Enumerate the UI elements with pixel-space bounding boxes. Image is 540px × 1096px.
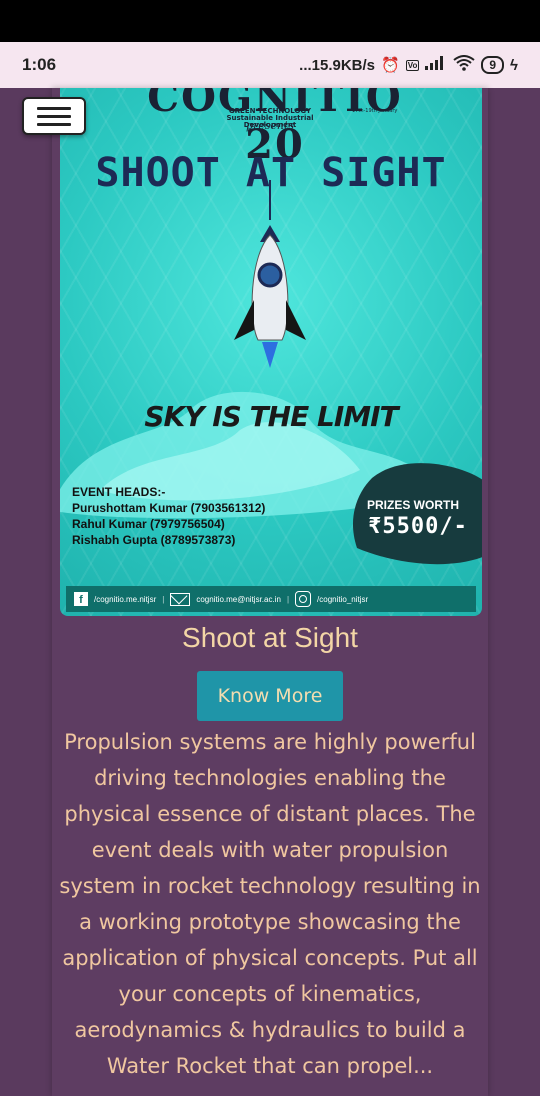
hamburger-menu-button[interactable]: [22, 97, 86, 135]
event-head-2: Rahul Kumar (7979756504): [72, 517, 225, 531]
instagram-icon: [295, 591, 312, 607]
event-head-1: Purushottam Kumar (7903561312): [72, 501, 266, 515]
footer-separator: |: [162, 594, 165, 604]
event-title: Shoot at Sight: [182, 622, 358, 653]
event-heads-label: EVENT HEADS:-: [72, 485, 166, 499]
network-speed: ...15.9KB/s: [299, 56, 376, 74]
charging-icon: ϟ: [510, 56, 518, 74]
device-top-bezel: [0, 0, 540, 42]
alarm-icon: ⏰: [381, 57, 400, 74]
volte-icon: Vo: [405, 59, 420, 71]
event-description: Propulsion systems are highly powerful d…: [59, 730, 481, 1078]
email-address: cognitio.me@nitjsr.ac.in: [196, 594, 281, 604]
menu-line: [37, 106, 71, 110]
event-poster: COGNITIO 20 GREEN TECHNOLOGY Sustainable…: [60, 88, 482, 616]
prize-ink-splash: [353, 463, 482, 565]
facebook-icon: f: [74, 592, 88, 606]
status-time: 1:06: [22, 55, 57, 74]
battery-icon: 9: [481, 56, 505, 74]
event-head-3: Rishabh Gupta (8789573873): [72, 533, 236, 547]
menu-line: [37, 114, 71, 118]
wifi-icon: [453, 55, 475, 75]
mail-icon: [170, 592, 191, 606]
signal-icon: [425, 56, 447, 74]
facebook-handle: /cognitio.me.nitjsr: [94, 594, 157, 604]
battery-level: 9: [489, 58, 497, 72]
know-more-button[interactable]: Know More: [197, 671, 343, 721]
poster-dates: 17th-19th January: [352, 108, 398, 114]
poster-tagline: SKY IS THE LIMIT: [144, 400, 398, 433]
poster-event-heads: EVENT HEADS:- Purushottam Kumar (7903561…: [72, 484, 265, 548]
poster-presents: presents: [245, 119, 295, 132]
instagram-handle: /cognitio_nitjsr: [317, 594, 369, 604]
status-bar: 1:06 ...15.9KB/s ⏰ Vo 9 ϟ: [0, 42, 540, 88]
prize-amount: ₹5500/-: [368, 514, 468, 539]
status-icons: ...15.9KB/s ⏰ Vo 9 ϟ: [299, 55, 518, 75]
footer-separator: |: [286, 594, 290, 604]
rocket-graphic: [234, 180, 306, 368]
prize-label: PRIZES WORTH: [367, 498, 459, 512]
menu-line: [37, 122, 71, 126]
poster-contact-footer: f /cognitio.me.nitjsr | cognitio.me@nitj…: [66, 586, 476, 612]
